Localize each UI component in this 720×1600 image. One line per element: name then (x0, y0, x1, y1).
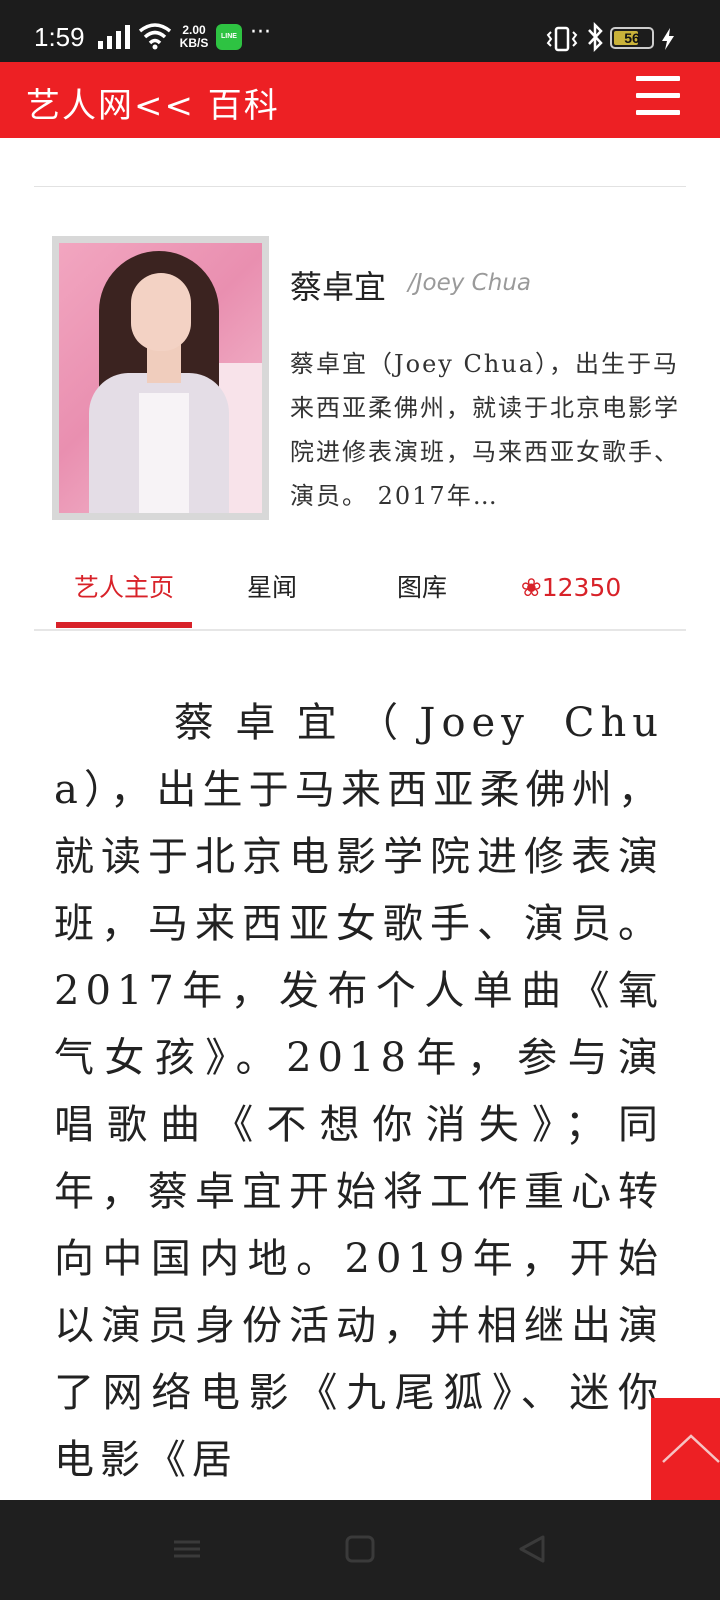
back-to-top-button[interactable] (651, 1398, 720, 1500)
profile-tabs: 艺人主页 星闻 图库 ❀12350 (34, 560, 686, 630)
charging-icon (662, 28, 674, 50)
tab-gallery[interactable]: 图库 (382, 560, 462, 630)
artist-english-name: /Joey Chua (408, 270, 531, 296)
home-square-icon[interactable] (343, 1534, 377, 1564)
status-bar: 1:59 2.00 KB/S LINE ··· 56 (0, 0, 720, 62)
line-app-icon: LINE (216, 24, 242, 50)
vibrate-icon (546, 26, 578, 52)
network-speed-unit: KB/S (179, 36, 209, 50)
signal-icon (98, 25, 130, 49)
wifi-icon (138, 23, 172, 50)
status-time: 1:59 (34, 22, 85, 52)
site-brand[interactable]: 艺人网<< 百科 (26, 78, 280, 127)
battery-level: 56 (624, 30, 640, 46)
bluetooth-icon (588, 22, 603, 52)
hamburger-menu-icon[interactable] (634, 72, 682, 120)
battery-icon: 56 (610, 27, 654, 49)
back-triangle-icon[interactable] (515, 1534, 549, 1564)
tabs-divider (34, 629, 686, 631)
app-header: 艺人网<< 百科 (0, 62, 720, 138)
system-navigation-bar (0, 1500, 720, 1600)
artist-photo[interactable] (52, 236, 269, 520)
artist-name: 蔡卓宜 (290, 268, 387, 306)
more-notifications-icon: ··· (250, 20, 271, 45)
recents-menu-icon[interactable] (170, 1534, 204, 1564)
chevron-up-icon (662, 1434, 720, 1463)
tab-artist-home[interactable]: 艺人主页 (56, 560, 192, 630)
tab-star-news[interactable]: 星闻 (232, 560, 312, 630)
header-divider (34, 186, 686, 187)
biography-text: 蔡卓宜（Joey Chua），出生于马来西亚柔佛州，就读于北京电影学院进修表演班… (54, 700, 664, 1483)
artist-summary: 蔡卓宜（Joey Chua），出生于马来西亚柔佛州，就读于北京电影学院进修表演班… (290, 350, 680, 510)
artist-photo-image (59, 243, 262, 513)
tab-likes-count[interactable]: ❀12350 (508, 560, 634, 630)
network-speed: 2.00 KB/S (176, 24, 212, 50)
